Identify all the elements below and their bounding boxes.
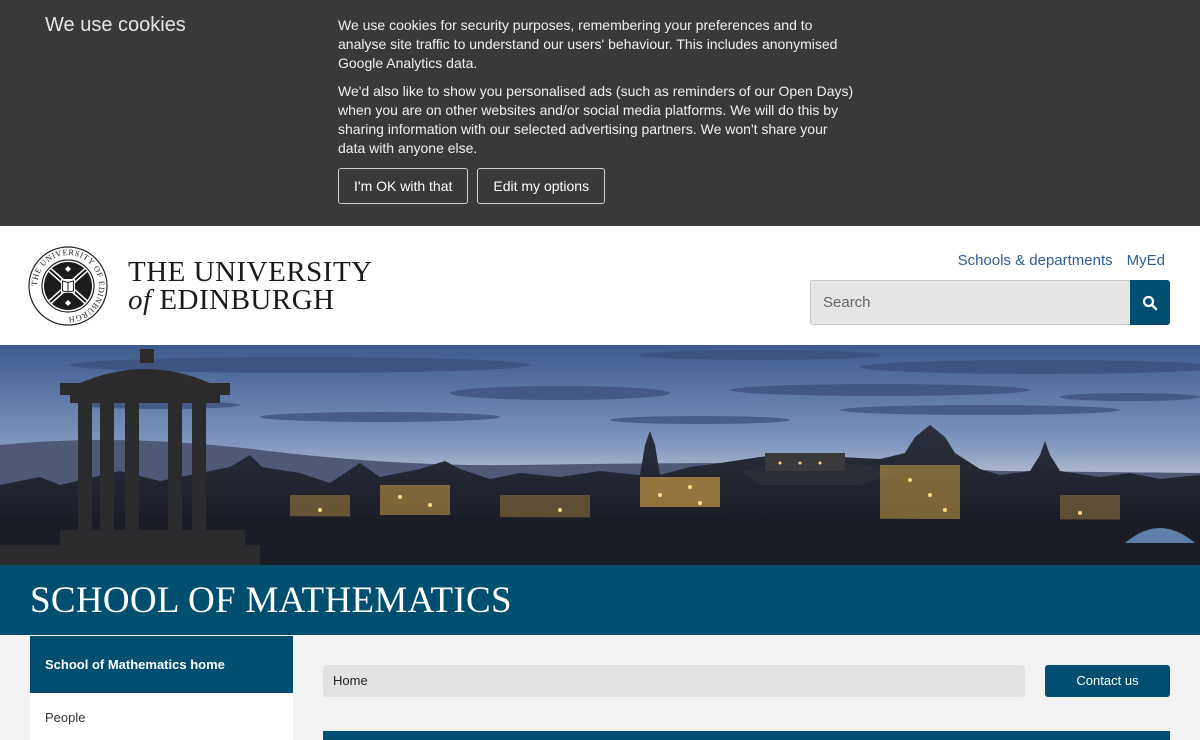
- search-input[interactable]: [810, 280, 1130, 325]
- school-title-bar: SCHOOL OF MATHEMATICS: [0, 565, 1200, 635]
- site-search: [810, 280, 1170, 325]
- search-icon: [1142, 295, 1158, 310]
- cookie-banner: We use cookies We use cookies for securi…: [0, 0, 1200, 226]
- wordmark-of: of: [128, 284, 152, 316]
- cookie-paragraph-1: We use cookies for security purposes, re…: [338, 17, 838, 71]
- content-header-bar: [323, 731, 1170, 740]
- breadcrumb: Home: [323, 665, 1025, 697]
- contact-us-button[interactable]: Contact us: [1045, 665, 1170, 697]
- search-button[interactable]: [1130, 280, 1170, 325]
- cookie-banner-text: We use cookies for security purposes, re…: [338, 16, 858, 167]
- sidebar-item-school-home[interactable]: School of Mathematics home: [30, 636, 293, 693]
- university-wordmark[interactable]: THE UNIVERSITY of EDINBURGH: [128, 256, 373, 316]
- cookie-banner-title: We use cookies: [45, 14, 186, 36]
- school-title: SCHOOL OF MATHEMATICS: [30, 580, 512, 621]
- myed-link[interactable]: MyEd: [1127, 252, 1165, 269]
- site-header: THE UNIVERSITY OF EDINBURGH THE UNIVERSI…: [0, 226, 1200, 345]
- cookie-paragraph-2: We'd also like to show you personalised …: [338, 83, 854, 156]
- breadcrumb-home-link[interactable]: Home: [333, 673, 368, 688]
- wordmark-line-1: THE UNIVERSITY: [128, 256, 373, 288]
- wordmark-edinburgh: EDINBURGH: [159, 284, 335, 316]
- sidebar-item-people[interactable]: People: [30, 693, 293, 740]
- cookie-buttons: I'm OK with that Edit my options: [338, 168, 606, 204]
- edit-cookie-options-button[interactable]: Edit my options: [477, 168, 606, 204]
- accept-cookies-button[interactable]: I'm OK with that: [338, 168, 469, 204]
- edinburgh-skyline-banner: [0, 345, 1200, 565]
- top-links: Schools & departments MyEd: [958, 252, 1165, 269]
- wordmark-line-2: of EDINBURGH: [128, 284, 373, 316]
- schools-departments-link[interactable]: Schools & departments: [958, 252, 1113, 269]
- university-crest-icon[interactable]: THE UNIVERSITY OF EDINBURGH: [28, 246, 108, 326]
